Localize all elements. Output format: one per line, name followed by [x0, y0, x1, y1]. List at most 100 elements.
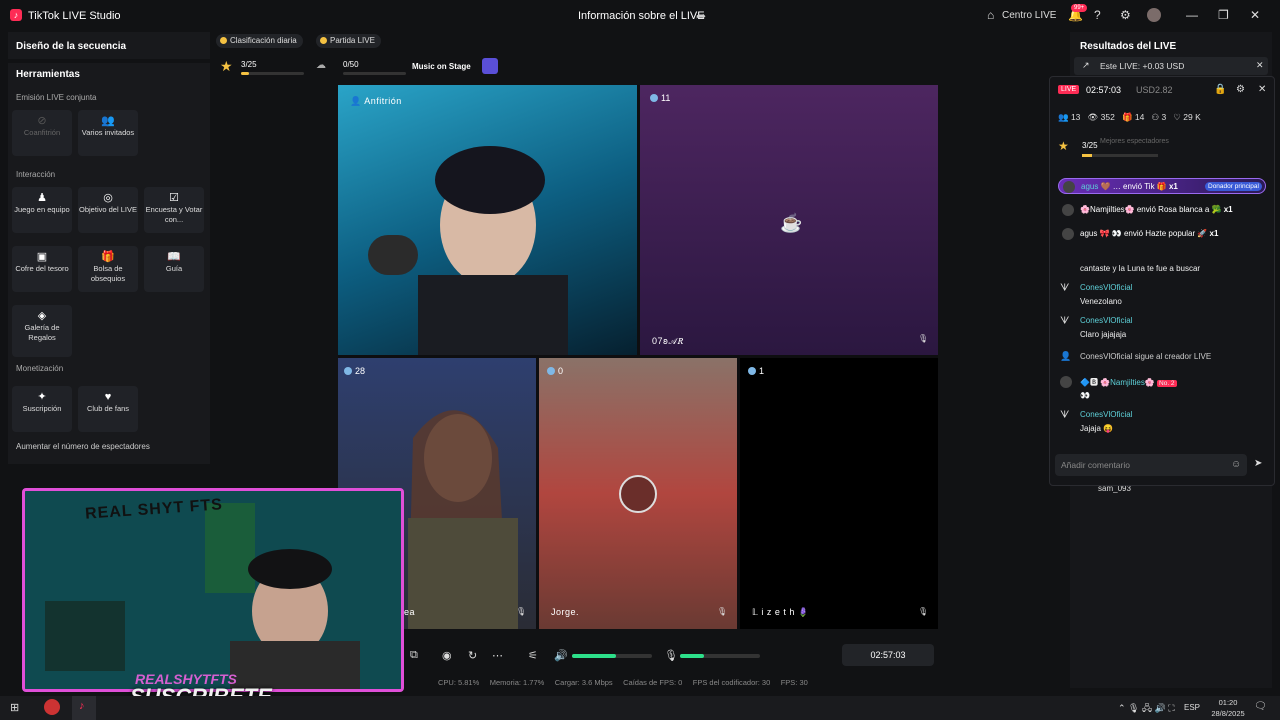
adjust-icon[interactable]: ⚟ — [528, 649, 538, 662]
this-live-banner: ↗ Este LIVE: +0.03 USD ✕ — [1074, 57, 1268, 75]
increase-viewers-link[interactable]: Aumentar el número de espectadores — [16, 442, 150, 451]
team-icon: ♟ — [37, 192, 47, 204]
comment-user-line[interactable]: 🔷🅱 🌸Namjilties🌸 No. 2 — [1080, 377, 1177, 388]
popup-timer: 02:57:03 — [1086, 85, 1122, 95]
guide-button[interactable]: 📖 Guía — [144, 246, 204, 292]
guest4-viewers: 1 — [748, 366, 764, 376]
webcam-overlay: REAL SHYT FTS REALSHYTFTS — [22, 488, 404, 692]
guest1-video[interactable]: 11 ☕ 07𐐪𝒜𝑅 🎙 — [640, 85, 938, 355]
monetization-label: Monetización — [16, 364, 64, 373]
help-icon[interactable]: ? — [1094, 8, 1101, 22]
popup-stars-bar — [1082, 154, 1158, 157]
points-progress-bar — [343, 72, 406, 75]
live-info-title[interactable]: Información sobre el LIVE — [578, 10, 705, 22]
sequence-design-title[interactable]: Diseño de la secuencia — [16, 41, 126, 52]
fan-club-button[interactable]: ♥ Club de fans — [78, 386, 138, 432]
live-goal-button[interactable]: ◎ Objetivo del LIVE — [78, 187, 138, 233]
top-chips: Clasificación diaria Partida LIVE — [216, 32, 396, 50]
guest3-video[interactable]: 0 Jorge. 🎙 — [539, 358, 737, 629]
centro-live-button[interactable]: Centro LIVE — [1002, 10, 1056, 21]
trend-icon: ↗ — [1082, 60, 1090, 70]
stars-progress-bar — [241, 72, 304, 75]
comment-user[interactable]: ConesVlOficial — [1080, 410, 1132, 419]
comment-text: Venezolano — [1080, 297, 1122, 306]
volume-slider[interactable] — [572, 654, 652, 658]
close-icon[interactable]: ✕ — [1256, 60, 1264, 71]
cohost-button[interactable]: ⊘ Coanfitrión — [12, 110, 72, 156]
home-icon[interactable]: ⌂ — [987, 8, 994, 22]
usd-total: USD2.82 — [1136, 85, 1173, 95]
record-icon[interactable]: ◉ — [442, 649, 452, 662]
team-game-button[interactable]: ♟ Juego en equipo — [12, 187, 72, 233]
mic-icon[interactable]: 🎙 — [516, 607, 526, 616]
replay-icon[interactable]: ↻ — [468, 649, 477, 662]
poll-button[interactable]: ☑ Encuesta y Votar con... — [144, 187, 204, 233]
send-icon[interactable]: ➤ — [1254, 458, 1262, 469]
host-video[interactable]: 👤 Anfitrión — [338, 85, 637, 355]
share-icon[interactable]: ➦ — [696, 9, 706, 23]
multi-guest-button[interactable]: 👥 Varios invitados — [78, 110, 138, 156]
mic-slider[interactable] — [680, 654, 760, 658]
clock[interactable]: 01:20 28/8/2025 — [1210, 696, 1246, 719]
subscription-button[interactable]: ✦ Suscripción — [12, 386, 72, 432]
mic-icon[interactable]: 🎙 — [664, 649, 678, 662]
emoji-icon[interactable]: ☺ — [1231, 459, 1241, 470]
guest1-viewers: 11 — [650, 93, 670, 103]
mic-icon[interactable]: 🎙 — [918, 607, 928, 616]
layout-icon[interactable]: ⧉ — [410, 649, 418, 662]
controls-bar: ⧉ ◉ ↻ ⋯ ⚟ 🔊 🎙 02:57:03 — [406, 641, 938, 671]
best-viewers-label: Mejores espectadores — [1100, 138, 1169, 145]
tray-icons[interactable]: ⌃ 🎙 🖧 🔊 ⛶ — [1118, 701, 1175, 717]
crown-icon: ᗐ — [1060, 283, 1070, 294]
this-live-text: Este LIVE: +0.03 USD — [1100, 61, 1185, 71]
windows-start-icon[interactable]: ⊞ — [10, 701, 19, 714]
stars-progress-text: 3/25 — [241, 60, 257, 69]
language-indicator[interactable]: ESP — [1184, 703, 1200, 712]
goal-icon: ◎ — [103, 192, 113, 204]
maximize-icon[interactable]: ❐ — [1218, 8, 1229, 22]
comment-input[interactable]: Añadir comentario ☺ — [1055, 454, 1247, 476]
guest4-video[interactable]: 1 𝕃 i z e t h 🪻 🎙 — [740, 358, 938, 629]
app-title: TikTok LIVE Studio — [28, 10, 121, 22]
host-image — [368, 146, 568, 355]
fps-stat: FPS: 30 — [780, 678, 808, 687]
guest2-name: ea — [404, 607, 416, 617]
gift-bag-button[interactable]: 🎁 Bolsa de obsequios — [78, 246, 138, 292]
star-icon: ★ — [1058, 139, 1069, 153]
points-progress-text: 0/50 — [343, 60, 359, 69]
live-match-chip[interactable]: Partida LIVE — [316, 34, 381, 48]
daily-ranking-chip[interactable]: Clasificación diaria — [216, 34, 303, 48]
avatar[interactable] — [1147, 8, 1161, 22]
music-stage-icon[interactable] — [482, 58, 498, 74]
divider — [8, 59, 210, 63]
guests-icon: 👥 — [101, 115, 115, 127]
lock-icon[interactable]: 🔒 — [1214, 84, 1226, 95]
more-icon[interactable]: ⋯ — [492, 649, 503, 662]
poll-icon: ☑ — [169, 192, 179, 204]
crown-icon: ᗐ — [1060, 316, 1070, 327]
close-icon[interactable]: ✕ — [1250, 8, 1260, 22]
live-badge: LIVE — [1058, 85, 1080, 94]
speaker-icon[interactable]: 🔊 — [554, 649, 568, 662]
music-on-stage-label[interactable]: Music on Stage — [412, 62, 471, 71]
title-bar: ♪ TikTok LIVE Studio Información sobre e… — [0, 0, 1280, 32]
guest1-name: 07𐐪𝒜𝑅 — [652, 336, 684, 346]
comment-placeholder: Añadir comentario — [1061, 460, 1130, 470]
treasure-button[interactable]: ▣ Cofre del tesoro — [12, 246, 72, 292]
mic-icon[interactable]: 🎙 — [918, 334, 928, 343]
mic-icon[interactable]: 🎙 — [717, 607, 727, 616]
app-icon[interactable] — [44, 699, 60, 715]
settings-icon[interactable]: ⚙ — [1120, 8, 1131, 22]
notifications-icon[interactable]: 🗨 — [1254, 701, 1267, 712]
tiktok-taskbar-icon[interactable]: ♪ — [72, 696, 96, 720]
minimize-icon[interactable]: — — [1186, 8, 1198, 22]
close-icon[interactable]: ✕ — [1258, 84, 1266, 95]
goals-bar: ★ 3/25 ☁ 0/50 Music on Stage — [216, 54, 506, 80]
settings-icon[interactable]: ⚙ — [1236, 84, 1245, 95]
gift-gallery-button[interactable]: ◈ Galería de Regalos — [12, 305, 72, 357]
comment-user[interactable]: ConesVlOficial — [1080, 316, 1132, 325]
joint-live-label: Emisión LIVE conjunta — [16, 93, 97, 102]
avatar — [1060, 376, 1072, 388]
webcam-image — [25, 491, 401, 689]
comment-user[interactable]: ConesVlOficial — [1080, 283, 1132, 292]
